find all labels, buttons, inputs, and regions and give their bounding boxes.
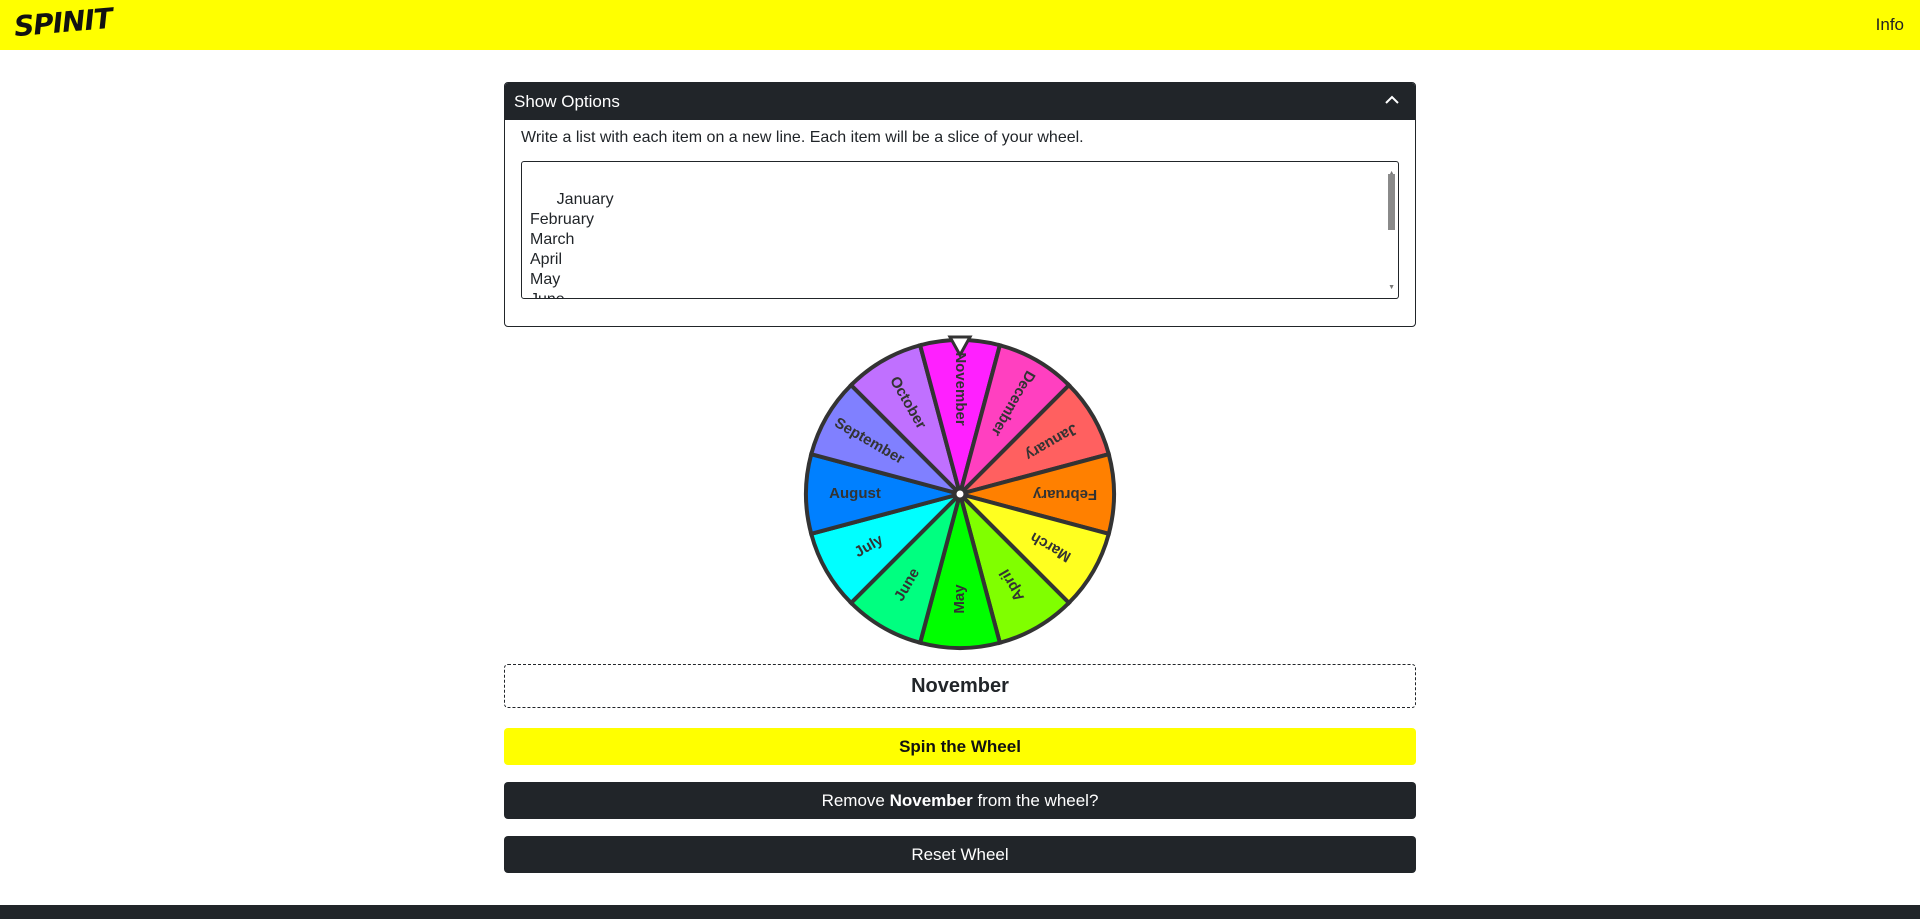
- remove-suffix: from the wheel?: [972, 791, 1099, 810]
- options-panel: Show Options Write a list with each item…: [504, 82, 1416, 327]
- options-body: Write a list with each item on a new lin…: [505, 120, 1415, 308]
- scroll-down-arrow-icon[interactable]: ▼: [1388, 278, 1395, 298]
- wheel-slice-label: August: [829, 485, 881, 502]
- options-header-label: Show Options: [514, 92, 620, 111]
- wheel[interactable]: January February March April May June July Augu…: [800, 334, 1120, 654]
- items-textarea-value: January February March April May June Ju…: [530, 191, 614, 298]
- wheel-slice-label: November: [952, 352, 969, 426]
- navbar: SPINIT Info: [0, 0, 1920, 50]
- wheel-hub: [953, 487, 967, 501]
- info-link[interactable]: Info: [1876, 15, 1904, 35]
- scroll-thumb[interactable]: [1388, 174, 1395, 230]
- footer: [0, 905, 1920, 919]
- wheel-graphic: JanuaryFebruaryMarchAprilMayJuneJulyAugu…: [804, 335, 1116, 650]
- reset-button[interactable]: Reset Wheel: [504, 836, 1416, 873]
- result-display: November: [504, 664, 1416, 708]
- chevron-up-icon[interactable]: [1385, 95, 1399, 105]
- remove-prefix: Remove: [821, 791, 890, 810]
- spin-button[interactable]: Spin the Wheel: [504, 728, 1416, 765]
- remove-item-name: November: [889, 791, 973, 810]
- help-text: Write a list with each item on a new lin…: [521, 129, 1084, 146]
- wheel-slice-label: February: [1032, 486, 1097, 503]
- logo[interactable]: SPINIT: [13, 2, 114, 43]
- options-toggle[interactable]: Show Options: [505, 83, 1415, 120]
- items-textarea[interactable]: January February March April May June Ju…: [521, 161, 1399, 299]
- wheel-slice-label: May: [951, 584, 968, 614]
- remove-item-button[interactable]: Remove November from the wheel?: [504, 782, 1416, 819]
- textarea-scrollbar[interactable]: ▲ ▼: [1386, 164, 1396, 296]
